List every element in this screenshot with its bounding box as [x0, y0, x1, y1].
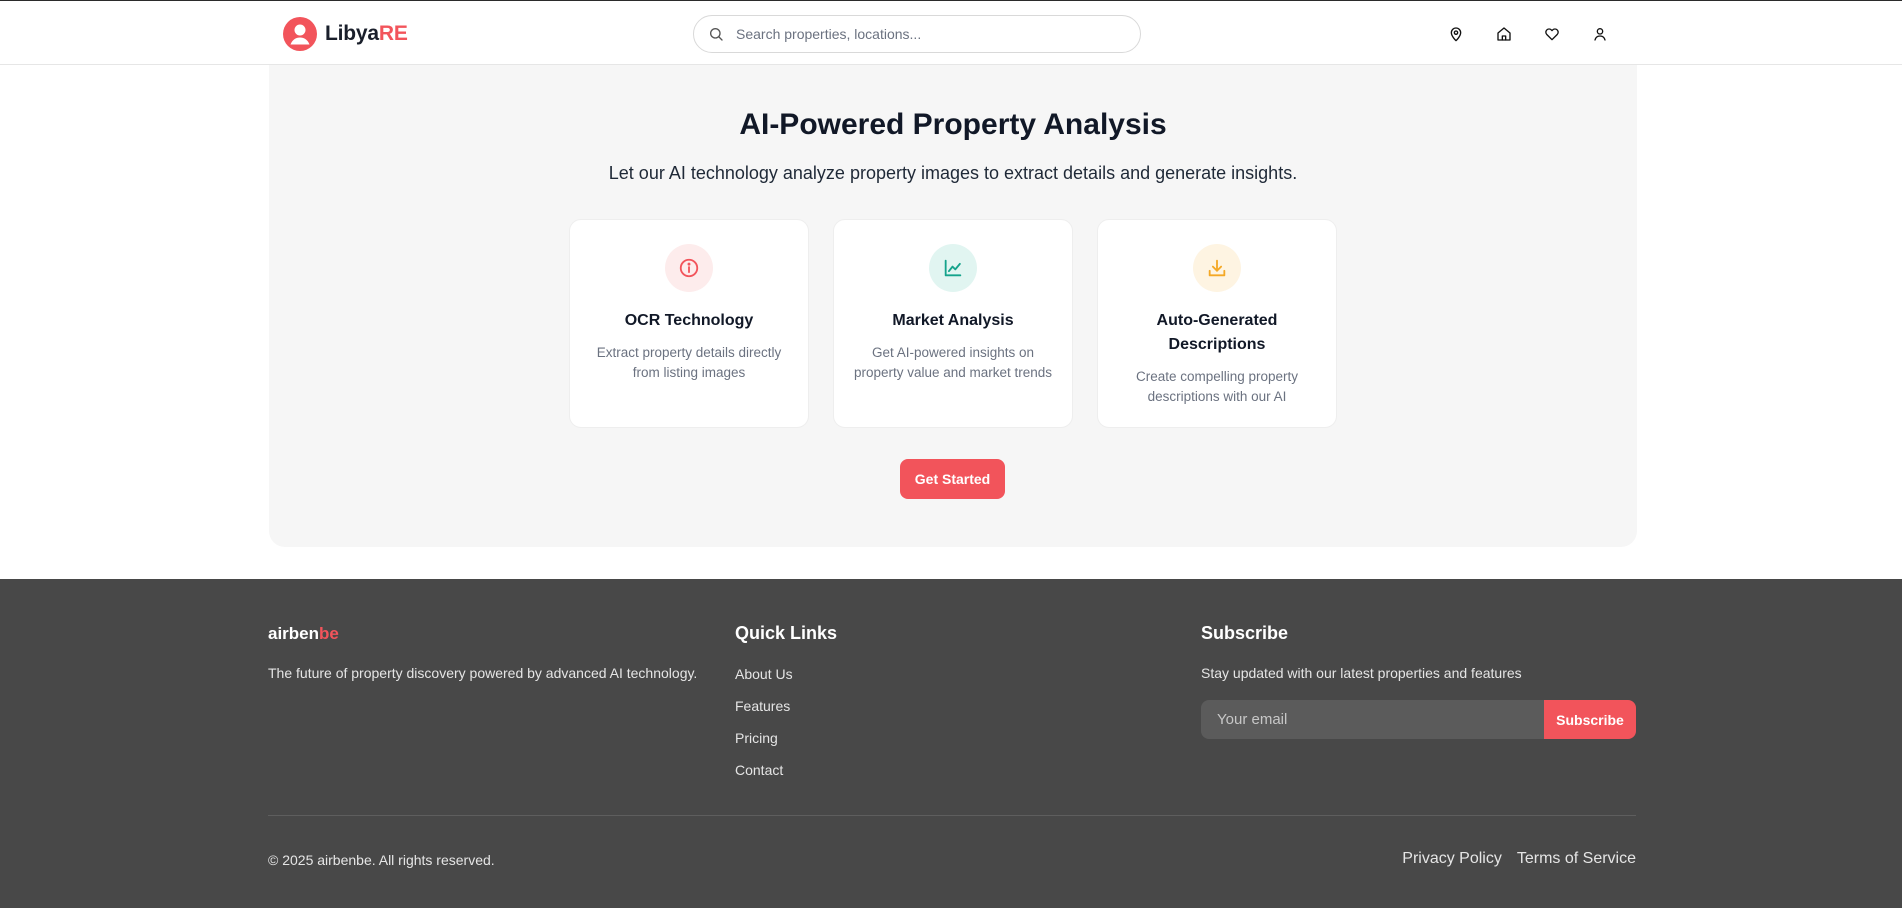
- brand-prefix: airben: [268, 624, 320, 643]
- line-chart-icon: [944, 259, 962, 277]
- download-icon: [1208, 259, 1226, 277]
- section-subtitle: Let our AI technology analyze property i…: [608, 163, 1298, 183]
- card-title: OCR Technology: [624, 312, 754, 329]
- logo-text-prefix: Libya: [325, 22, 379, 45]
- card-description: Create compelling property descriptions …: [1135, 369, 1299, 404]
- legal-links: Privacy Policy Terms of Service: [1402, 850, 1636, 868]
- link-pricing[interactable]: Pricing: [735, 730, 778, 746]
- section-title: AI-Powered Property Analysis: [739, 108, 1167, 141]
- card-description: Extract property details directly from l…: [596, 345, 782, 380]
- card-title: Auto-Generated Descriptions: [1156, 312, 1278, 353]
- ai-analysis-section: AI-Powered Property Analysis Let our AI …: [269, 56, 1637, 547]
- map-pin-button[interactable]: [1444, 22, 1468, 46]
- home-button[interactable]: [1492, 22, 1516, 46]
- logo[interactable]: LibyaRE: [283, 17, 408, 51]
- account-button[interactable]: [1588, 22, 1612, 46]
- privacy-policy-link[interactable]: Privacy Policy: [1402, 850, 1502, 868]
- link-features[interactable]: Features: [735, 698, 790, 714]
- footer-divider: [268, 815, 1636, 816]
- subscribe-form: Subscribe: [1201, 700, 1636, 739]
- top-navbar: LibyaRE: [0, 0, 1902, 65]
- subscribe-button[interactable]: Subscribe: [1544, 700, 1636, 739]
- list-item: About Us: [735, 666, 793, 698]
- brand-description: The future of property discovery powered…: [268, 665, 698, 681]
- link-about-us[interactable]: About Us: [735, 666, 793, 682]
- copyright-text: © 2025 airbenbe. All rights reserved.: [268, 852, 495, 868]
- list-item: Contact: [735, 762, 793, 794]
- logo-text: LibyaRE: [325, 22, 408, 46]
- search-icon: [710, 28, 723, 41]
- feature-card-descriptions: Auto-Generated Descriptions Create compe…: [1097, 219, 1337, 428]
- user-circle-icon: [283, 17, 317, 51]
- card-icon-circle: [665, 244, 713, 292]
- card-icon-circle: [929, 244, 977, 292]
- card-icon-circle: [1193, 244, 1241, 292]
- feature-cards: OCR Technology Extract property details …: [569, 219, 1337, 428]
- quick-links-heading: Quick Links: [735, 623, 838, 643]
- card-description: Get AI-powered insights on property valu…: [853, 345, 1053, 380]
- search-input[interactable]: [736, 26, 1116, 42]
- home-icon: [1497, 27, 1511, 41]
- get-started-button[interactable]: Get Started: [900, 459, 1005, 499]
- site-footer: airbenbe The future of property discover…: [0, 579, 1902, 908]
- subscribe-description: Stay updated with our latest properties …: [1201, 665, 1522, 681]
- subscribe-heading: Subscribe: [1201, 623, 1289, 643]
- user-icon: [1594, 28, 1606, 41]
- list-item: Pricing: [735, 730, 793, 762]
- search-bar[interactable]: [693, 15, 1141, 53]
- list-item: Features: [735, 698, 793, 730]
- map-pin-icon: [1450, 27, 1462, 42]
- terms-of-service-link[interactable]: Terms of Service: [1517, 850, 1636, 868]
- favorites-button[interactable]: [1540, 22, 1564, 46]
- brand-accent: be: [319, 624, 339, 643]
- quick-links-list: About Us Features Pricing Contact: [735, 666, 793, 794]
- link-contact[interactable]: Contact: [735, 762, 783, 778]
- feature-card-ocr: OCR Technology Extract property details …: [569, 219, 809, 428]
- footer-brand[interactable]: airbenbe: [268, 624, 339, 644]
- nav-icon-group: [1444, 22, 1612, 46]
- card-title: Market Analysis: [892, 312, 1014, 329]
- feature-card-market: Market Analysis Get AI-powered insights …: [833, 219, 1073, 428]
- email-field[interactable]: [1201, 700, 1544, 739]
- info-icon: [679, 258, 699, 278]
- heart-icon: [1545, 28, 1559, 41]
- logo-text-accent: RE: [378, 22, 408, 45]
